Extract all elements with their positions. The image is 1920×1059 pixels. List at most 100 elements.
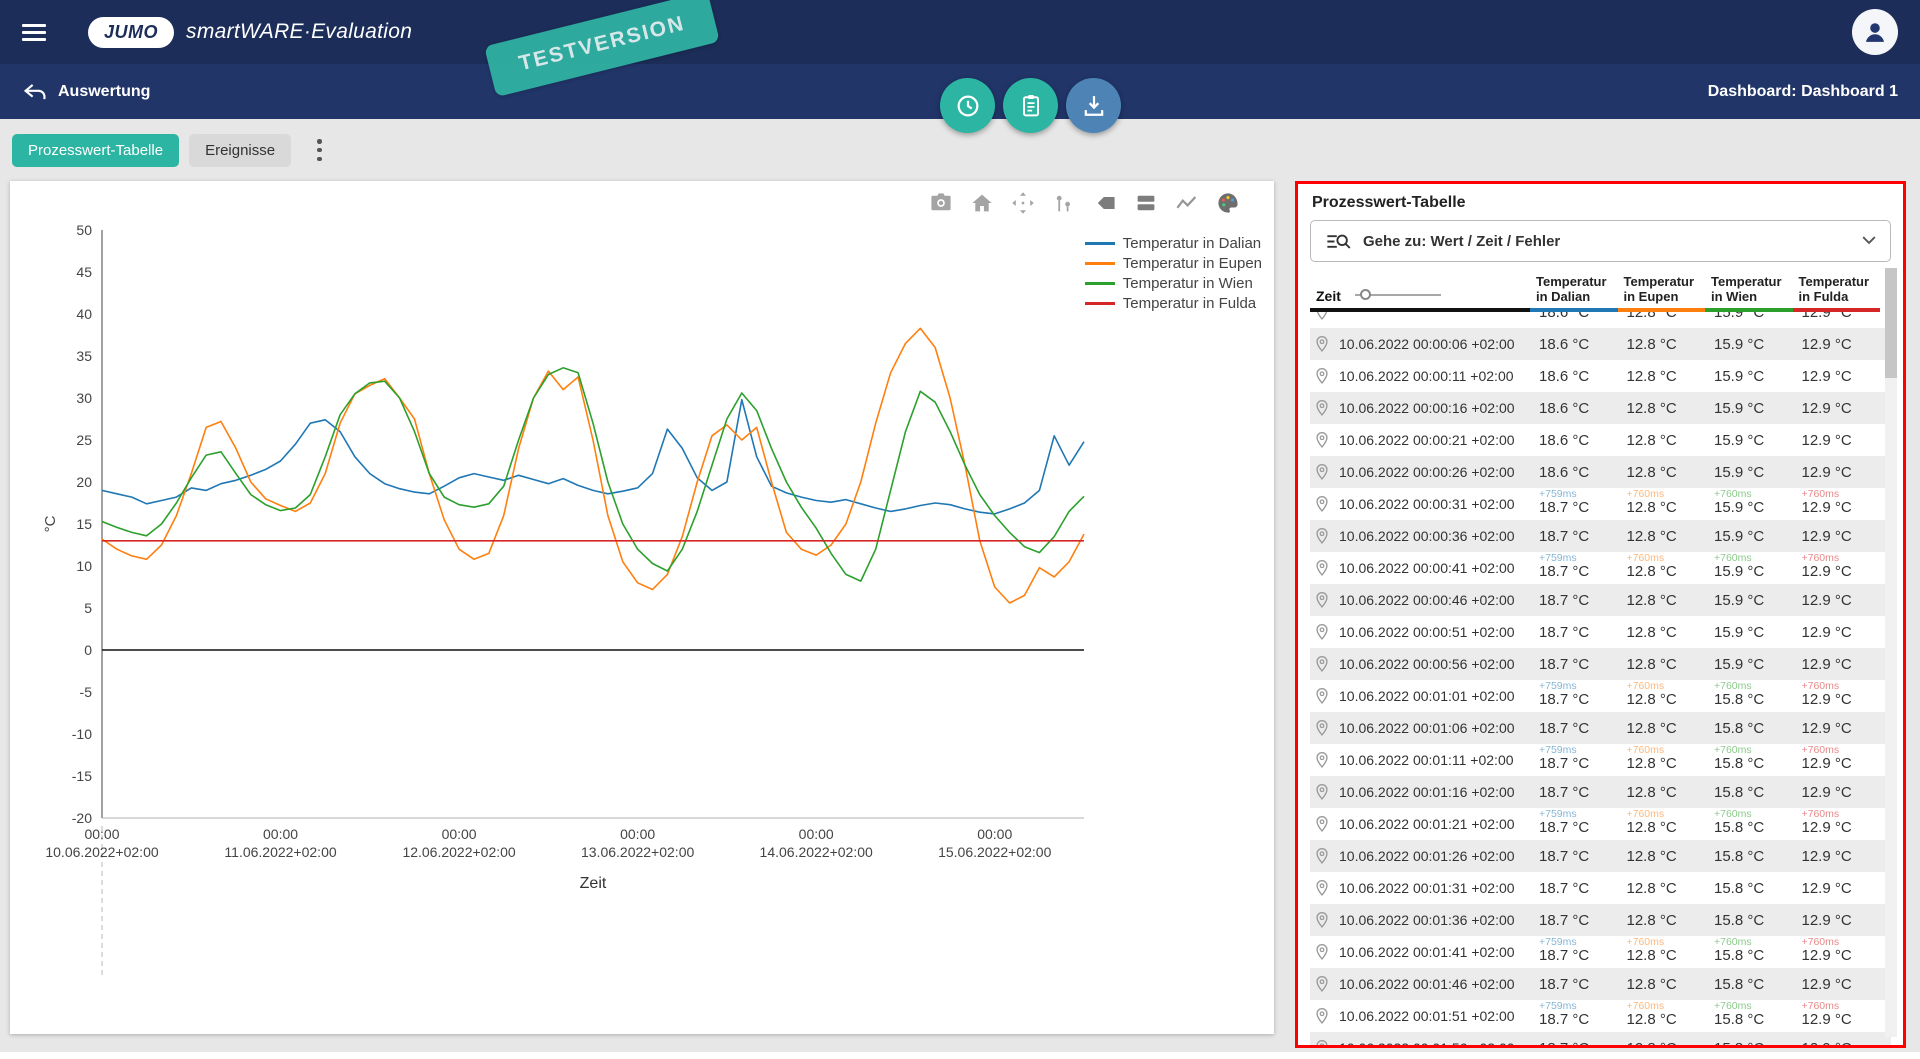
value-text: 12.9 °C (1802, 400, 1852, 417)
timestamp: 10.06.2022 00:00:41 +02:00 (1339, 560, 1515, 576)
value-cell: 18.7 °C (1530, 840, 1618, 872)
table-row[interactable]: 10.06.2022 00:00:46 +02:0018.7 °C12.8 °C… (1310, 584, 1891, 616)
value-text: 15.8 °C (1714, 848, 1764, 865)
value-text: 18.7 °C (1539, 755, 1589, 772)
value-text: 12.9 °C (1802, 592, 1852, 609)
home-icon[interactable] (970, 191, 994, 215)
table-row[interactable]: 10.06.2022 00:01:51 +02:00+759ms18.7 °C+… (1310, 1000, 1891, 1032)
time-cell: 10.06.2022 00:00:56 +02:00 (1310, 648, 1530, 680)
legend-item[interactable]: Temperatur in Fulda (1085, 293, 1262, 313)
value-cell: 12.9 °C (1793, 648, 1881, 680)
table-row[interactable]: 10.06.2022 00:00:26 +02:0018.6 °C12.8 °C… (1310, 456, 1891, 488)
download-button[interactable] (1066, 78, 1121, 133)
menu-icon[interactable] (22, 24, 46, 41)
table-row[interactable]: 10.06.2022 00:01:21 +02:00+759ms18.7 °C+… (1310, 808, 1891, 840)
table-row[interactable]: 10.06.2022 00:00:21 +02:0018.6 °C12.8 °C… (1310, 424, 1891, 456)
svg-text:10: 10 (76, 558, 92, 574)
value-cell: 12.9 °C (1793, 392, 1881, 424)
table-row[interactable]: 10.06.2022 00:01:06 +02:0018.7 °C12.8 °C… (1310, 712, 1891, 744)
camera-icon[interactable] (929, 191, 953, 215)
value-cell: 12.9 °C (1793, 904, 1881, 936)
value-text: 18.7 °C (1539, 848, 1589, 865)
pin-icon (1313, 783, 1331, 801)
value-cell: 12.8 °C (1618, 520, 1706, 552)
time-cell: 10.06.2022 00:00:51 +02:00 (1310, 616, 1530, 648)
history-button[interactable] (940, 78, 995, 133)
value-cell: 12.9 °C (1793, 616, 1881, 648)
table-scrollbar-thumb[interactable] (1885, 268, 1897, 378)
value-text: 12.8 °C (1627, 563, 1677, 580)
time-cell: 10.06.2022 00:01:46 +02:00 (1310, 968, 1530, 1000)
table-scrollbar[interactable] (1885, 268, 1897, 1037)
time-cell (1310, 312, 1530, 328)
table-row[interactable]: 10.06.2022 00:01:16 +02:0018.7 °C12.8 °C… (1310, 776, 1891, 808)
table-row[interactable]: 10.06.2022 00:00:36 +02:0018.7 °C12.8 °C… (1310, 520, 1891, 552)
ms-offset: +760ms (1802, 745, 1840, 756)
value-text: 15.8 °C (1714, 720, 1764, 737)
value-cell: 12.8 °C (1618, 776, 1706, 808)
value-text: 18.6 °C (1539, 464, 1589, 481)
goto-select[interactable]: Gehe zu: Wert / Zeit / Fehler (1310, 220, 1891, 262)
legend-swatch (1085, 302, 1115, 305)
value-cell: +760ms12.8 °C (1618, 808, 1706, 840)
value-text: 18.6 °C (1539, 432, 1589, 449)
table-row[interactable]: 10.06.2022 00:01:41 +02:00+759ms18.7 °C+… (1310, 936, 1891, 968)
time-cell: 10.06.2022 00:00:16 +02:00 (1310, 392, 1530, 424)
svg-text:Zeit: Zeit (580, 875, 607, 892)
time-cell: 10.06.2022 00:00:31 +02:00 (1310, 488, 1530, 520)
tab-ereignisse[interactable]: Ereignisse (189, 134, 291, 167)
table-row[interactable]: 10.06.2022 00:01:36 +02:0018.7 °C12.8 °C… (1310, 904, 1891, 936)
palette-icon[interactable] (1216, 191, 1240, 215)
back-button[interactable]: Auswertung (22, 82, 150, 102)
value-text: 15.8 °C (1714, 784, 1764, 801)
table-row[interactable]: 10.06.2022 00:00:06 +02:0018.6 °C12.8 °C… (1310, 328, 1891, 360)
pan-icon[interactable] (1011, 191, 1035, 215)
report-button[interactable] (1003, 78, 1058, 133)
legend-item[interactable]: Temperatur in Eupen (1085, 253, 1262, 273)
table-row[interactable]: 10.06.2022 00:00:51 +02:0018.7 °C12.8 °C… (1310, 616, 1891, 648)
value-cell: +760ms12.9 °C (1793, 936, 1881, 968)
legend-label: Temperatur in Wien (1123, 275, 1253, 292)
value-cell: 12.8 °C (1618, 392, 1706, 424)
ms-offset: +760ms (1714, 745, 1752, 756)
compare-data-icon[interactable] (1052, 191, 1076, 215)
table-row[interactable]: 10.06.2022 00:01:31 +02:0018.7 °C12.8 °C… (1310, 872, 1891, 904)
value-cell: +760ms12.9 °C (1793, 808, 1881, 840)
table-row[interactable]: 10.06.2022 00:01:11 +02:00+759ms18.7 °C+… (1310, 744, 1891, 776)
ms-offset: +760ms (1802, 937, 1840, 948)
layers-icon[interactable] (1134, 191, 1158, 215)
table-row[interactable]: 10.06.2022 00:01:56 +02:0018.7 °C12.8 °C… (1310, 1032, 1891, 1045)
value-text: 12.8 °C (1627, 592, 1677, 609)
table-row[interactable]: 10.06.2022 00:00:56 +02:0018.7 °C12.8 °C… (1310, 648, 1891, 680)
table-row[interactable]: 10.06.2022 00:00:41 +02:00+759ms18.7 °C+… (1310, 552, 1891, 584)
tab-prozesswert-tabelle[interactable]: Prozesswert-Tabelle (12, 134, 179, 167)
table-row[interactable]: 10.06.2022 00:01:26 +02:0018.7 °C12.8 °C… (1310, 840, 1891, 872)
time-slider[interactable] (1355, 289, 1441, 301)
value-text: 15.8 °C (1714, 755, 1764, 772)
line-chart-icon[interactable] (1175, 191, 1199, 215)
value-text: 15.9 °C (1714, 400, 1764, 417)
timestamp: 10.06.2022 00:00:21 +02:00 (1339, 432, 1515, 448)
user-avatar[interactable] (1852, 9, 1898, 55)
table-row[interactable]: 18.6 °C12.8 °C15.9 °C12.9 °C (1310, 312, 1891, 328)
table-row[interactable]: 10.06.2022 00:00:31 +02:00+759ms18.7 °C+… (1310, 488, 1891, 520)
ms-offset: +759ms (1539, 489, 1577, 500)
ms-offset: +760ms (1714, 553, 1752, 564)
pin-icon (1313, 847, 1331, 865)
table-row[interactable]: 10.06.2022 00:00:16 +02:0018.6 °C12.8 °C… (1310, 392, 1891, 424)
table-row[interactable]: 10.06.2022 00:00:11 +02:0018.6 °C12.8 °C… (1310, 360, 1891, 392)
timestamp: 10.06.2022 00:01:26 +02:00 (1339, 848, 1515, 864)
value-text: 12.9 °C (1802, 499, 1852, 516)
legend-item[interactable]: Temperatur in Dalian (1085, 233, 1262, 253)
pin-icon (1313, 751, 1331, 769)
select-tag-icon[interactable] (1093, 191, 1117, 215)
ms-offset: +760ms (1627, 809, 1665, 820)
legend-item[interactable]: Temperatur in Wien (1085, 273, 1262, 293)
time-slider-knob[interactable] (1360, 289, 1371, 300)
table-row[interactable]: 10.06.2022 00:01:46 +02:0018.7 °C12.8 °C… (1310, 968, 1891, 1000)
table-row[interactable]: 10.06.2022 00:01:01 +02:00+759ms18.7 °C+… (1310, 680, 1891, 712)
ms-offset: +760ms (1714, 681, 1752, 692)
svg-text:-10: -10 (72, 726, 92, 742)
back-label: Auswertung (58, 83, 150, 101)
kebab-menu-icon[interactable] (311, 139, 328, 161)
